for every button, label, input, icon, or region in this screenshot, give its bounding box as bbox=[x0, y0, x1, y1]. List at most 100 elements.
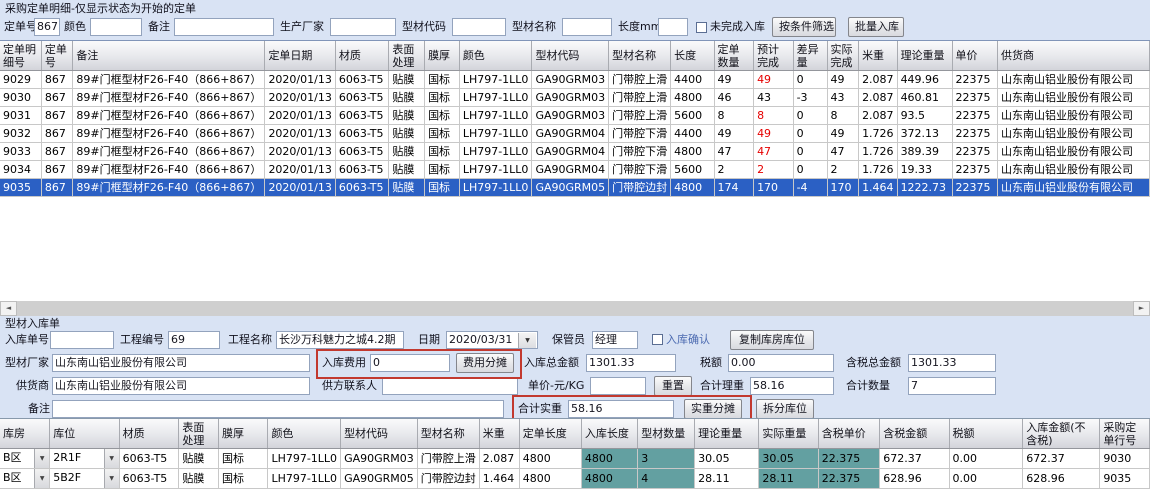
table-cell: 9033 bbox=[0, 143, 41, 161]
horizontal-scrollbar[interactable]: ◄ ► bbox=[0, 301, 1150, 316]
purchase-order-table: 定单明细号定单号备注定单日期材质表面处理膜厚颜色型材代码型材名称长度定单数量预计… bbox=[0, 41, 1150, 197]
profile-code-filter-input[interactable] bbox=[452, 18, 506, 36]
table-cell: 867 bbox=[41, 107, 73, 125]
scroll-right-arrow-icon[interactable]: ► bbox=[1133, 301, 1150, 316]
table-cell: LH797-1LL0 bbox=[459, 107, 532, 125]
table-cell: 89#门框型材F26-F40（866+867） bbox=[73, 125, 265, 143]
keeper-field[interactable]: 经理 bbox=[592, 331, 638, 349]
order-row[interactable]: 903386789#门框型材F26-F40（866+867）2020/01/13… bbox=[0, 143, 1150, 161]
table-cell: 0.00 bbox=[949, 449, 1023, 469]
column-header: 米重 bbox=[479, 419, 519, 449]
column-header: 库房 bbox=[0, 419, 50, 449]
theory-weight-field[interactable]: 58.16 bbox=[750, 377, 834, 395]
batch-stock-in-button[interactable]: 批量入库 bbox=[848, 17, 904, 37]
table-cell: 0 bbox=[793, 161, 827, 179]
column-header: 长度 bbox=[671, 41, 714, 71]
column-header: 型材名称 bbox=[417, 419, 479, 449]
table-cell: 628.96 bbox=[1023, 469, 1100, 489]
unfinished-checkbox[interactable] bbox=[696, 22, 707, 33]
stock-in-fee-label: 入库费用 bbox=[322, 353, 366, 373]
stock-in-confirm-checkbox[interactable] bbox=[652, 334, 663, 345]
column-header: 含税单价 bbox=[818, 419, 880, 449]
table-cell[interactable]: B区▼ bbox=[0, 449, 50, 469]
table-cell: 2020/01/13 bbox=[265, 89, 335, 107]
actual-weight-share-button[interactable]: 实重分摊 bbox=[684, 399, 742, 419]
combo-value: 5B2F bbox=[50, 469, 103, 488]
column-header: 材质 bbox=[119, 419, 179, 449]
reset-button[interactable]: 重置 bbox=[654, 376, 692, 396]
table-cell: 国标 bbox=[425, 107, 460, 125]
table-cell: GA90GRM05 bbox=[532, 179, 609, 197]
filter-by-condition-button[interactable]: 按条件筛选 bbox=[772, 17, 836, 37]
table-cell: 9034 bbox=[0, 161, 41, 179]
color-filter-input[interactable] bbox=[90, 18, 142, 36]
profile-factory-field[interactable]: 山东南山铝业股份有限公司 bbox=[52, 354, 310, 372]
table-cell: 2 bbox=[827, 161, 859, 179]
combo-value: B区 bbox=[0, 469, 34, 488]
table-cell: 1222.73 bbox=[897, 179, 952, 197]
fee-share-button[interactable]: 费用分摊 bbox=[456, 353, 514, 373]
dropdown-arrow-icon[interactable]: ▼ bbox=[34, 469, 49, 488]
table-cell[interactable]: 2R1F▼ bbox=[50, 449, 119, 469]
order-row[interactable]: 903286789#门框型材F26-F40（866+867）2020/01/13… bbox=[0, 125, 1150, 143]
calendar-dropdown-icon[interactable]: ▼ bbox=[518, 333, 536, 348]
remark-filter-input[interactable] bbox=[174, 18, 274, 36]
table-cell: 2.087 bbox=[859, 71, 898, 89]
length-filter-input[interactable] bbox=[658, 18, 688, 36]
order-no-filter-input[interactable]: 867 bbox=[34, 18, 60, 36]
table-cell[interactable]: B区▼ bbox=[0, 469, 50, 489]
dropdown-arrow-icon[interactable]: ▼ bbox=[104, 449, 119, 468]
order-row[interactable]: 902986789#门框型材F26-F40（866+867）2020/01/13… bbox=[0, 71, 1150, 89]
actual-weight-field[interactable]: 58.16 bbox=[568, 400, 674, 418]
stock-in-fee-field[interactable]: 0 bbox=[370, 354, 450, 372]
table-cell[interactable]: 5B2F▼ bbox=[50, 469, 119, 489]
stock-in-table: 库房库位材质表面处理膜厚颜色型材代码型材名称米重定单长度入库长度型材数量理论重量… bbox=[0, 419, 1150, 489]
total-qty-label: 合计数量 bbox=[846, 376, 890, 396]
supplier-field[interactable]: 山东南山铝业股份有限公司 bbox=[52, 377, 310, 395]
page-title: 采购定单明细-仅显示状态为开始的定单 bbox=[5, 2, 196, 16]
copy-warehouse-location-button[interactable]: 复制库房库位 bbox=[730, 330, 814, 350]
order-row[interactable]: 903086789#门框型材F26-F40（866+867）2020/01/13… bbox=[0, 89, 1150, 107]
stock-row[interactable]: B区▼2R1F▼6063-T5贴膜国标LH797-1LL0GA90GRM03门带… bbox=[0, 449, 1150, 469]
order-row[interactable]: 903186789#门框型材F26-F40（866+867）2020/01/13… bbox=[0, 107, 1150, 125]
project-no-field[interactable]: 69 bbox=[168, 331, 220, 349]
profile-name-filter-input[interactable] bbox=[562, 18, 612, 36]
table-cell: 49 bbox=[827, 71, 859, 89]
table-cell: 2.087 bbox=[859, 89, 898, 107]
date-picker[interactable]: 2020/03/31▼ bbox=[446, 331, 538, 349]
table-cell: 4800 bbox=[671, 179, 714, 197]
dropdown-arrow-icon[interactable]: ▼ bbox=[104, 469, 119, 488]
unit-price-field[interactable] bbox=[590, 377, 646, 395]
table-cell: 门带腔边封 bbox=[417, 469, 479, 489]
table-cell: 贴膜 bbox=[389, 161, 425, 179]
tax-total-field[interactable]: 1301.33 bbox=[908, 354, 996, 372]
manufacturer-filter-input[interactable] bbox=[330, 18, 396, 36]
order-row[interactable]: 903586789#门框型材F26-F40（866+867）2020/01/13… bbox=[0, 179, 1150, 197]
table-cell: 22375 bbox=[952, 71, 998, 89]
total-amount-field[interactable]: 1301.33 bbox=[586, 354, 676, 372]
dropdown-arrow-icon[interactable]: ▼ bbox=[34, 449, 49, 468]
scrollbar-track[interactable] bbox=[17, 301, 1133, 316]
stock-in-section-title: 型材入库单 bbox=[5, 317, 60, 330]
table-cell: 1.726 bbox=[859, 161, 898, 179]
project-name-field[interactable]: 长沙万科魅力之城4.2期 bbox=[276, 331, 404, 349]
table-cell: 49 bbox=[714, 125, 754, 143]
supplier-contact-field[interactable] bbox=[382, 377, 518, 395]
table-cell: 山东南山铝业股份有限公司 bbox=[998, 71, 1150, 89]
form-row-4: 备注 合计实重 58.16 实重分摊 拆分库位 bbox=[0, 399, 1150, 419]
note-field[interactable] bbox=[52, 400, 504, 418]
order-row[interactable]: 903486789#门框型材F26-F40（866+867）2020/01/13… bbox=[0, 161, 1150, 179]
split-location-button[interactable]: 拆分库位 bbox=[756, 399, 814, 419]
scroll-left-arrow-icon[interactable]: ◄ bbox=[0, 301, 17, 316]
stock-row[interactable]: B区▼5B2F▼6063-T5贴膜国标LH797-1LL0GA90GRM05门带… bbox=[0, 469, 1150, 489]
table-cell: 22.375 bbox=[818, 449, 880, 469]
column-header: 定单号 bbox=[41, 41, 73, 71]
tax-field[interactable]: 0.00 bbox=[728, 354, 834, 372]
table-cell: 2020/01/13 bbox=[265, 179, 335, 197]
receipt-no-field[interactable] bbox=[50, 331, 114, 349]
form-row-1: 入库单号 工程编号 69 工程名称 长沙万科魅力之城4.2期 日期 2020/0… bbox=[0, 330, 1150, 350]
table-cell: 5600 bbox=[671, 161, 714, 179]
total-qty-field[interactable]: 7 bbox=[908, 377, 996, 395]
table-cell: LH797-1LL0 bbox=[459, 71, 532, 89]
table-cell: 0.00 bbox=[949, 469, 1023, 489]
